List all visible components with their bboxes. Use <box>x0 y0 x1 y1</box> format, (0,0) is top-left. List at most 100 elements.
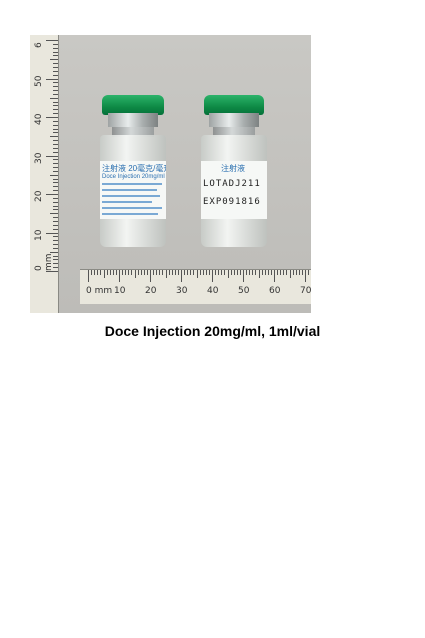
right-vial-label-title: 注射液 <box>221 164 245 173</box>
ruler-tick <box>50 97 58 99</box>
right-vial-crimp <box>209 113 259 127</box>
ruler-tick <box>53 140 58 142</box>
ruler-tick <box>50 174 58 176</box>
ruler-tick <box>239 270 241 275</box>
ruler-label: 60 <box>269 286 281 296</box>
ruler-label: 30 <box>176 286 188 296</box>
ruler-tick <box>46 78 58 80</box>
right-vial-cap <box>204 95 264 115</box>
ruler-tick <box>53 70 58 72</box>
ruler-tick <box>122 270 124 275</box>
right-vial-exp-date: EXP091816 <box>203 197 261 207</box>
ruler-tick <box>193 270 195 275</box>
right-vial-label: 注射液 LOTADJ211 EXP091816 <box>201 161 267 219</box>
ruler-tick <box>137 270 139 275</box>
ruler-tick <box>134 270 136 278</box>
ruler-tick <box>168 270 170 275</box>
ruler-tick <box>46 117 58 118</box>
ruler-tick <box>280 270 282 275</box>
ruler-tick <box>224 270 226 275</box>
ruler-tick <box>53 74 58 76</box>
ruler-tick <box>112 270 114 275</box>
ruler-tick <box>267 270 269 275</box>
right-vial: 注射液 LOTADJ211 EXP091816 <box>198 95 273 255</box>
ruler-tick <box>88 270 89 282</box>
ruler-tick <box>174 270 176 275</box>
ruler-tick <box>181 270 182 282</box>
ruler-tick <box>202 270 204 275</box>
ruler-tick <box>53 82 58 84</box>
ruler-tick <box>53 244 58 246</box>
ruler-tick <box>190 270 192 275</box>
ruler-tick <box>274 270 275 282</box>
ruler-tick <box>286 270 288 275</box>
ruler-tick <box>53 109 58 111</box>
ruler-tick <box>53 224 58 226</box>
ruler-tick <box>53 124 58 126</box>
ruler-tick <box>246 270 248 275</box>
ruler-tick <box>94 270 96 275</box>
ruler-tick <box>53 93 58 95</box>
ruler-label: 0 mm <box>86 286 113 296</box>
ruler-tick <box>53 190 58 192</box>
ruler-tick <box>143 270 145 275</box>
left-vial-label-line <box>102 195 160 197</box>
ruler-tick <box>53 63 58 65</box>
ruler-tick <box>208 270 210 275</box>
ruler-tick <box>53 217 58 219</box>
left-vial-label-line <box>102 201 152 203</box>
ruler-tick <box>305 270 306 282</box>
ruler-tick <box>221 270 223 275</box>
ruler-tick <box>243 270 244 282</box>
ruler-tick <box>106 270 108 275</box>
ruler-tick <box>53 101 58 103</box>
ruler-tick <box>150 270 151 282</box>
ruler-tick <box>53 151 58 153</box>
ruler-tick <box>53 105 58 107</box>
ruler-tick <box>53 197 58 199</box>
ruler-tick <box>261 270 263 275</box>
ruler-tick <box>140 270 142 275</box>
ruler-tick <box>100 270 102 275</box>
ruler-label: 40 <box>207 286 219 296</box>
ruler-tick <box>53 143 58 145</box>
ruler-tick <box>53 205 58 207</box>
ruler-tick <box>165 270 167 278</box>
ruler-label: 40 <box>34 113 44 125</box>
ruler-tick <box>53 128 58 130</box>
ruler-tick <box>53 201 58 203</box>
ruler-label: 10 <box>34 229 44 241</box>
ruler-tick <box>53 90 58 92</box>
ruler-tick <box>53 167 58 169</box>
ruler-tick <box>196 270 198 278</box>
right-vial-lot-number: LOTADJ211 <box>203 179 261 189</box>
ruler-tick <box>53 120 58 122</box>
product-photo: 0 mm 10 20 30 40 50 6 0 mm 10 20 30 40 50 60 70 注射液 2… <box>30 35 311 313</box>
ruler-tick <box>215 270 217 275</box>
ruler-tick <box>171 270 173 275</box>
ruler-tick <box>53 159 58 161</box>
ruler-tick <box>283 270 285 275</box>
ruler-label: 6 <box>34 42 44 48</box>
ruler-tick <box>255 270 257 275</box>
ruler-tick <box>46 40 58 41</box>
ruler-label: 0 mm <box>34 253 54 271</box>
ruler-tick <box>205 270 207 275</box>
ruler-tick <box>301 270 303 275</box>
ruler-tick <box>53 66 58 68</box>
product-caption: Doce Injection 20mg/ml, 1ml/vial <box>104 323 321 339</box>
ruler-tick <box>252 270 254 275</box>
left-vial-crimp <box>108 113 158 127</box>
ruler-tick <box>156 270 158 275</box>
ruler-tick <box>159 270 161 275</box>
ruler-tick <box>53 55 58 57</box>
ruler-tick <box>177 270 179 275</box>
ruler-tick <box>270 270 272 275</box>
ruler-label: 20 <box>34 190 44 202</box>
ruler-tick <box>46 194 58 195</box>
ruler-tick <box>115 270 117 275</box>
ruler-tick <box>258 270 260 278</box>
ruler-tick <box>128 270 130 275</box>
ruler-tick <box>308 270 310 275</box>
left-vial-label-title: 注射液 20毫克/毫升 <box>102 164 166 173</box>
